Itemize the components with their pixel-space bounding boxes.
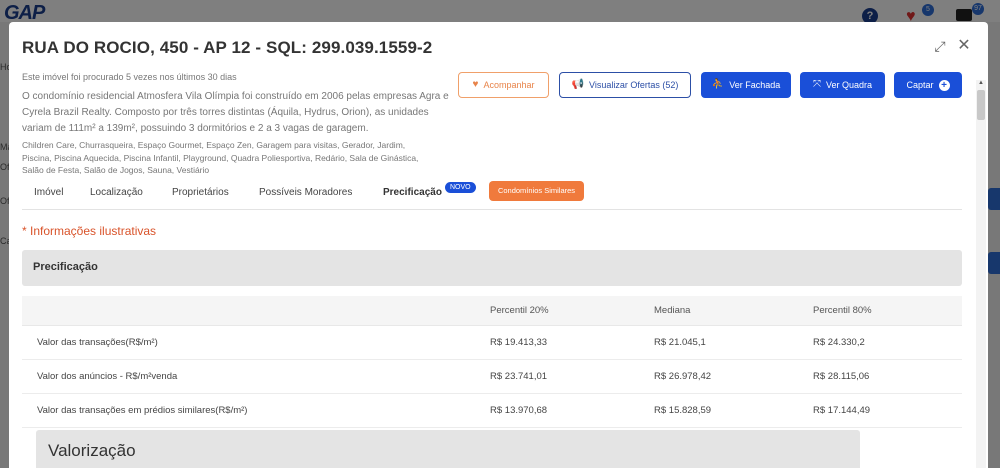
tab-imovel[interactable]: Imóvel bbox=[34, 187, 63, 198]
view-facade-label: Ver Fachada bbox=[729, 80, 781, 90]
table-header-cell: Mediana bbox=[654, 305, 691, 316]
capture-button[interactable]: Captar + bbox=[894, 72, 962, 98]
modal-scrollbar[interactable]: ▲ bbox=[976, 80, 986, 468]
expand-icon[interactable]: ⤢ bbox=[933, 39, 947, 53]
view-offers-label: Visualizar Ofertas (52) bbox=[589, 80, 679, 90]
table-cell: R$ 19.413,33 bbox=[490, 337, 548, 348]
heart-icon: ♥ bbox=[472, 79, 479, 90]
follow-button-label: Acompanhar bbox=[483, 80, 535, 90]
tab-bar: Imóvel Localização Proprietários Possíve… bbox=[22, 181, 962, 210]
table-header-cell: Percentil 20% bbox=[490, 305, 549, 316]
tab-proprietarios[interactable]: Proprietários bbox=[172, 187, 229, 198]
search-count-note: Este imóvel foi procurado 5 vezes nos úl… bbox=[22, 72, 237, 82]
megaphone-icon: 📢 bbox=[571, 79, 585, 90]
illustrative-info-note: * Informações ilustrativas bbox=[22, 224, 157, 238]
table-cell: R$ 21.045,1 bbox=[654, 337, 706, 348]
table-row: Valor das transações em prédios similare… bbox=[22, 394, 962, 428]
table-cell: R$ 28.115,06 bbox=[813, 371, 870, 382]
scroll-thumb[interactable] bbox=[977, 90, 985, 120]
table-cell: R$ 13.970,68 bbox=[490, 405, 548, 416]
view-block-label: Ver Quadra bbox=[825, 80, 873, 90]
modal-title: RUA DO ROCIO, 450 - AP 12 - SQL: 299.039… bbox=[22, 38, 433, 57]
table-row: Valor das transações(R$/m²) R$ 19.413,33… bbox=[22, 326, 962, 360]
follow-button[interactable]: ♥ Acompanhar bbox=[458, 72, 549, 98]
view-offers-button[interactable]: 📢 Visualizar Ofertas (52) bbox=[559, 72, 691, 98]
similar-condos-button[interactable]: Condomínios Similares bbox=[489, 181, 584, 201]
valorizacao-section-header: Valorização bbox=[36, 430, 860, 468]
table-cell: R$ 17.144,49 bbox=[813, 405, 871, 416]
table-cell: R$ 24.330,2 bbox=[813, 337, 865, 348]
pricing-section-header: Precificação bbox=[22, 250, 962, 286]
property-description: O condomínio residencial Atmosfera Vila … bbox=[22, 91, 449, 134]
capture-label: Captar bbox=[906, 80, 934, 90]
tab-precificacao[interactable]: Precificação bbox=[383, 187, 442, 198]
street-view-icon: ⛹ bbox=[711, 79, 725, 90]
table-cell: R$ 15.828,59 bbox=[654, 405, 712, 416]
table-cell: Valor das transações(R$/m²) bbox=[37, 337, 158, 348]
arrows-icon: ⤧ bbox=[812, 79, 821, 90]
new-badge: NOVO bbox=[445, 182, 476, 193]
pricing-table: Percentil 20% Mediana Percentil 80% Valo… bbox=[22, 296, 962, 428]
tab-possiveis-moradores[interactable]: Possíveis Moradores bbox=[259, 187, 352, 198]
property-modal: RUA DO ROCIO, 450 - AP 12 - SQL: 299.039… bbox=[9, 22, 988, 468]
close-icon[interactable]: ✕ bbox=[957, 38, 971, 54]
pricing-section-title: Precificação bbox=[33, 261, 98, 273]
table-cell: Valor dos anúncios - R$/m²venda bbox=[37, 371, 178, 382]
plus-circle-icon: + bbox=[938, 79, 950, 91]
scroll-up-arrow-icon[interactable]: ▲ bbox=[977, 80, 985, 88]
table-row: Valor dos anúncios - R$/m²venda R$ 23.74… bbox=[22, 360, 962, 394]
table-cell: R$ 26.978,42 bbox=[654, 371, 712, 382]
table-cell: R$ 23.741,01 bbox=[490, 371, 548, 382]
tab-localizacao[interactable]: Localização bbox=[90, 187, 143, 198]
view-facade-button[interactable]: ⛹ Ver Fachada bbox=[701, 72, 791, 98]
amenities-list: Children Care, Churrasqueira, Espaço Gou… bbox=[22, 140, 419, 175]
valorizacao-title: Valorização bbox=[48, 441, 136, 460]
table-header-cell: Percentil 80% bbox=[813, 305, 872, 316]
view-block-button[interactable]: ⤧ Ver Quadra bbox=[800, 72, 885, 98]
table-header-row: Percentil 20% Mediana Percentil 80% bbox=[22, 296, 962, 326]
table-cell: Valor das transações em prédios similare… bbox=[37, 405, 248, 416]
